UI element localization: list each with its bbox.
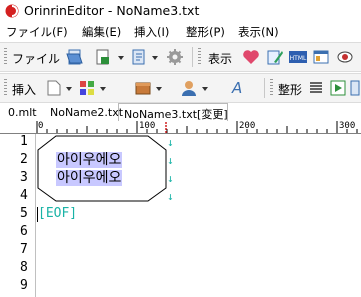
save-file-icon[interactable] bbox=[130, 48, 148, 66]
toolbar-grip[interactable] bbox=[198, 48, 201, 66]
new-file-dropdown-icon[interactable] bbox=[118, 56, 124, 60]
box-frame-icon[interactable] bbox=[134, 79, 152, 97]
menu-insert[interactable]: 挿入(I) bbox=[134, 24, 169, 40]
insert-page-icon[interactable] bbox=[46, 79, 62, 97]
line-number: 4 bbox=[20, 188, 28, 203]
html-preview-icon[interactable]: HTML bbox=[288, 48, 308, 66]
toolbar-view-label: 表示 bbox=[208, 52, 233, 66]
toolbar-grip[interactable] bbox=[4, 48, 7, 66]
toolbar-insert-label: 挿入 bbox=[12, 83, 37, 97]
newline-mark: ↓ bbox=[167, 190, 174, 203]
menu-file[interactable]: ファイル(F) bbox=[6, 24, 68, 40]
line-number: 7 bbox=[20, 242, 28, 257]
tab-noname3[interactable]: NoName3.txt[変更] bbox=[124, 106, 228, 122]
frame-dropdown-icon[interactable] bbox=[156, 87, 162, 91]
svg-text:HTML: HTML bbox=[290, 55, 307, 62]
toolbar-separator bbox=[264, 78, 265, 98]
line-number: 6 bbox=[20, 224, 28, 239]
palette-dropdown-icon[interactable] bbox=[100, 87, 106, 91]
window-title: OrinrinEditor - NoName3.txt bbox=[24, 3, 200, 18]
edit-pencil-icon[interactable] bbox=[266, 48, 284, 66]
font-icon[interactable]: A bbox=[232, 79, 242, 97]
align-lines-icon[interactable] bbox=[308, 79, 324, 97]
toolbar-grip[interactable] bbox=[4, 79, 7, 97]
toolbar-overflow-icon[interactable] bbox=[350, 79, 360, 97]
eof-marker: [EOF] bbox=[38, 206, 78, 221]
editor-line-2[interactable]: 아이우에오 bbox=[56, 152, 123, 168]
user-dropdown-icon[interactable] bbox=[202, 87, 208, 91]
new-file-icon[interactable] bbox=[94, 48, 112, 66]
tab-noname2[interactable]: NoName2.txt bbox=[50, 106, 123, 119]
settings-gear-icon[interactable] bbox=[166, 48, 184, 66]
app-icon bbox=[5, 4, 19, 18]
open-file-icon[interactable] bbox=[66, 48, 84, 66]
newline-mark: ↓ bbox=[167, 136, 174, 149]
newline-mark: ↓ bbox=[167, 172, 174, 185]
eye-icon[interactable] bbox=[336, 48, 354, 66]
color-palette-icon[interactable] bbox=[78, 79, 96, 97]
toolbar-format-label: 整形 bbox=[278, 83, 303, 97]
heart-icon[interactable] bbox=[242, 48, 260, 66]
ruler-ticks bbox=[36, 121, 358, 133]
toolbar-file-label: ファイル bbox=[12, 52, 61, 66]
line-number: 1 bbox=[20, 134, 28, 149]
ruler-label: 0 bbox=[38, 121, 44, 131]
toolbar-separator bbox=[192, 47, 193, 67]
ruler-label: 200 bbox=[239, 121, 256, 131]
ruler-label: 100 bbox=[139, 121, 156, 131]
line-number: 3 bbox=[20, 170, 28, 185]
menu-view[interactable]: 表示(N) bbox=[238, 24, 279, 40]
insert-page-dropdown-icon[interactable] bbox=[66, 87, 72, 91]
line-number: 8 bbox=[20, 260, 28, 275]
tab-0-mlt[interactable]: 0.mlt bbox=[8, 106, 37, 119]
newline-mark: ↓ bbox=[167, 154, 174, 167]
window-layout-icon[interactable] bbox=[312, 48, 330, 66]
line-number: 2 bbox=[20, 152, 28, 167]
menu-edit[interactable]: 編集(E) bbox=[82, 24, 121, 40]
line-number: 5 bbox=[20, 206, 28, 221]
toolbar-grip[interactable] bbox=[270, 79, 273, 97]
line-number: 9 bbox=[20, 278, 28, 293]
octagon-frame bbox=[37, 135, 167, 202]
title-bar: OrinrinEditor - NoName3.txt bbox=[0, 0, 361, 22]
save-dropdown-icon[interactable] bbox=[152, 56, 158, 60]
editor-line-3[interactable]: 아이우에오 bbox=[56, 170, 123, 186]
line-number-gutter bbox=[0, 134, 34, 297]
menu-format[interactable]: 整形(P) bbox=[186, 24, 225, 40]
user-icon[interactable] bbox=[180, 79, 198, 97]
play-format-icon[interactable] bbox=[330, 79, 346, 97]
ruler-label: 300 bbox=[339, 121, 356, 131]
